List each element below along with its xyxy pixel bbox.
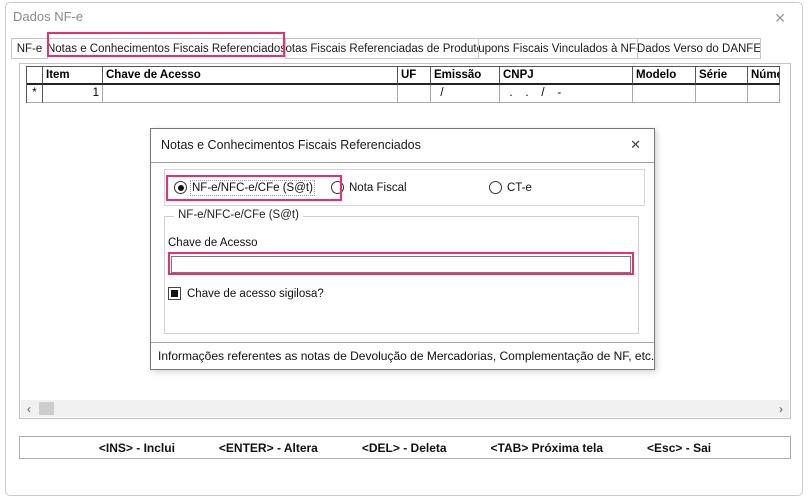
checkbox-label[interactable]: Chave de acesso sigilosa? xyxy=(187,288,324,300)
nfe-groupbox: NF-e/NFC-e/CFe (S@t) xyxy=(164,216,639,334)
col-header-chave: Chave de Acesso xyxy=(103,67,398,85)
annotation-highlight-tab xyxy=(47,32,285,57)
dialog-close-icon[interactable]: ✕ xyxy=(630,137,641,153)
tab-nfe[interactable]: NF-e xyxy=(11,38,48,59)
cell-item[interactable]: 1 xyxy=(43,85,103,103)
scrollbar-thumb[interactable] xyxy=(39,402,54,415)
checkbox-checked-icon[interactable] xyxy=(168,287,181,300)
dialog-title-separator xyxy=(151,162,654,163)
tab-cupons-fiscais[interactable]: Cupons Fiscais Vinculados à NF-e xyxy=(479,38,638,59)
close-icon[interactable]: ✕ xyxy=(774,10,786,27)
col-header-cnpj: CNPJ xyxy=(500,67,633,85)
groupbox-caption: NF-e/NFC-e/CFe (S@t) xyxy=(174,209,303,221)
cell-chave[interactable] xyxy=(103,85,398,103)
hotkey-ins: <INS> - Inclui xyxy=(99,441,175,455)
cell-uf[interactable] xyxy=(398,85,431,103)
col-header-modelo: Modelo xyxy=(633,67,696,85)
data-grid: Item Chave de Acesso UF Emissão CNPJ Mod… xyxy=(26,66,780,103)
row-marker: * xyxy=(27,85,43,103)
radio-cte[interactable]: CT-e xyxy=(489,170,532,205)
annotation-highlight-radio xyxy=(166,175,342,201)
dialog-title: Notas e Conhecimentos Fiscais Referencia… xyxy=(161,138,421,152)
col-header-serie: Série xyxy=(696,67,748,85)
hotkey-enter: <ENTER> - Altera xyxy=(219,441,318,455)
radio-label[interactable]: Nota Fiscal xyxy=(349,182,407,194)
chave-de-acesso-input[interactable] xyxy=(171,256,631,273)
cell-modelo[interactable] xyxy=(633,85,696,103)
tab-verso-danfe[interactable]: Dados Verso do DANFE xyxy=(638,38,761,59)
cell-numero[interactable] xyxy=(748,85,780,103)
hotkey-tab: <TAB> Próxima tela xyxy=(491,441,604,455)
radio-unselected-icon[interactable] xyxy=(489,181,502,194)
chave-de-acesso-input-highlight xyxy=(168,252,634,275)
chave-de-acesso-label: Chave de Acesso xyxy=(168,237,258,249)
tab-notas-produtor[interactable]: Notas Fiscais Referenciadas de Produtor xyxy=(286,38,479,59)
dialog-status-bar: Informações referentes as notas de Devol… xyxy=(151,342,654,369)
cell-serie[interactable] xyxy=(696,85,748,103)
hotkey-del: <DEL> - Deleta xyxy=(362,441,447,455)
hotkey-esc: <Esc> - Sai xyxy=(647,441,711,455)
cell-emissao[interactable]: / xyxy=(431,85,500,103)
col-header-uf: UF xyxy=(398,67,431,85)
scroll-left-icon[interactable]: ‹ xyxy=(21,400,37,417)
col-header-emissao: Emissão xyxy=(431,67,500,85)
radio-nota-fiscal[interactable]: Nota Fiscal xyxy=(331,170,407,205)
cell-cnpj[interactable]: . . / - xyxy=(500,85,633,103)
col-header-marker xyxy=(27,67,43,85)
hotkey-bar: <INS> - Inclui <ENTER> - Altera <DEL> - … xyxy=(19,436,791,459)
col-header-item: Item xyxy=(43,67,103,85)
screenshot-root: Dados NF-e ✕ NF-e Notas e Conhecimentos … xyxy=(0,0,808,501)
radio-label[interactable]: CT-e xyxy=(507,182,532,194)
window-title: Dados NF-e xyxy=(13,9,83,24)
scroll-right-icon[interactable]: › xyxy=(773,400,789,417)
sigilosa-checkbox-row[interactable]: Chave de acesso sigilosa? xyxy=(168,287,324,300)
col-header-numero: Número xyxy=(748,67,780,85)
referenced-notes-dialog: Notas e Conhecimentos Fiscais Referencia… xyxy=(150,128,655,370)
horizontal-scrollbar[interactable]: ‹ › xyxy=(21,400,789,417)
